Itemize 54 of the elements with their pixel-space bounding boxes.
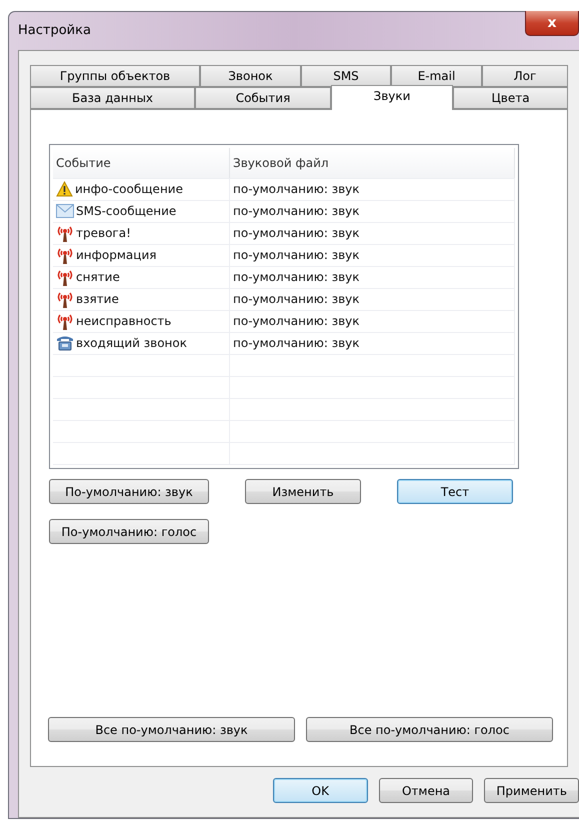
tab[interactable]: Лог — [482, 65, 568, 87]
event-label: взятие — [76, 292, 119, 306]
antenna-icon — [56, 246, 74, 264]
event-label: входящий звонок — [76, 336, 187, 350]
antenna-icon — [56, 224, 74, 242]
tab[interactable]: Звонок — [200, 65, 301, 87]
tab[interactable]: События — [195, 87, 331, 109]
cancel-button[interactable]: Отмена — [378, 778, 474, 803]
phone-icon — [56, 335, 74, 352]
tab[interactable]: Цвета — [453, 87, 568, 109]
tab[interactable]: Звуки — [331, 85, 453, 110]
event-cell[interactable]: тревога! — [53, 222, 230, 244]
apply-button[interactable]: Применить — [484, 778, 579, 803]
event-label: информация — [76, 248, 156, 262]
antenna-icon — [56, 312, 74, 330]
column-header[interactable]: Звуковой файл — [230, 148, 515, 178]
sound-file-cell: по-умолчанию: звук — [230, 178, 515, 200]
column-header[interactable]: Событие — [53, 148, 230, 178]
test-button[interactable]: Тест — [397, 479, 513, 504]
all-default-voice-button[interactable]: Все по-умолчанию: голос — [306, 717, 553, 742]
default-sound-button[interactable]: По-умолчанию: звук — [49, 479, 209, 504]
event-cell[interactable]: входящий звонок — [53, 332, 230, 354]
event-label: неисправность — [76, 314, 172, 328]
tab[interactable]: E-mail — [391, 65, 482, 87]
event-label: снятие — [76, 270, 120, 284]
sound-file-cell: по-умолчанию: звук — [230, 332, 515, 354]
warning-icon — [56, 181, 73, 198]
ok-button[interactable]: OK — [273, 778, 368, 803]
envelope-icon — [56, 204, 74, 218]
close-button[interactable]: x — [525, 11, 579, 36]
tab[interactable]: SMS — [301, 65, 391, 87]
event-cell[interactable]: снятие — [53, 266, 230, 288]
sound-file-cell: по-умолчанию: звук — [230, 222, 515, 244]
event-cell[interactable]: взятие — [53, 288, 230, 310]
event-cell[interactable]: информация — [53, 244, 230, 266]
tab[interactable]: Группы объектов — [30, 65, 200, 87]
event-label: тревога! — [76, 226, 131, 240]
event-cell[interactable]: SMS-сообщение — [53, 200, 230, 222]
antenna-icon — [56, 290, 74, 308]
tab[interactable]: База данных — [30, 87, 195, 109]
antenna-icon — [56, 268, 74, 286]
change-button[interactable]: Изменить — [245, 479, 361, 504]
default-voice-button[interactable]: По-умолчанию: голос — [49, 519, 209, 544]
sound-file-cell: по-умолчанию: звук — [230, 310, 515, 332]
sound-file-cell: по-умолчанию: звук — [230, 266, 515, 288]
all-default-sound-button[interactable]: Все по-умолчанию: звук — [48, 717, 295, 742]
sound-file-cell: по-умолчанию: звук — [230, 244, 515, 266]
event-label: SMS-сообщение — [76, 204, 176, 218]
event-cell[interactable]: инфо-сообщение — [53, 178, 230, 200]
sound-file-cell: по-умолчанию: звук — [230, 200, 515, 222]
event-label: инфо-сообщение — [75, 182, 183, 196]
window-title: Настройка — [18, 23, 91, 38]
event-cell[interactable]: неисправность — [53, 310, 230, 332]
sound-file-cell: по-умолчанию: звук — [230, 288, 515, 310]
